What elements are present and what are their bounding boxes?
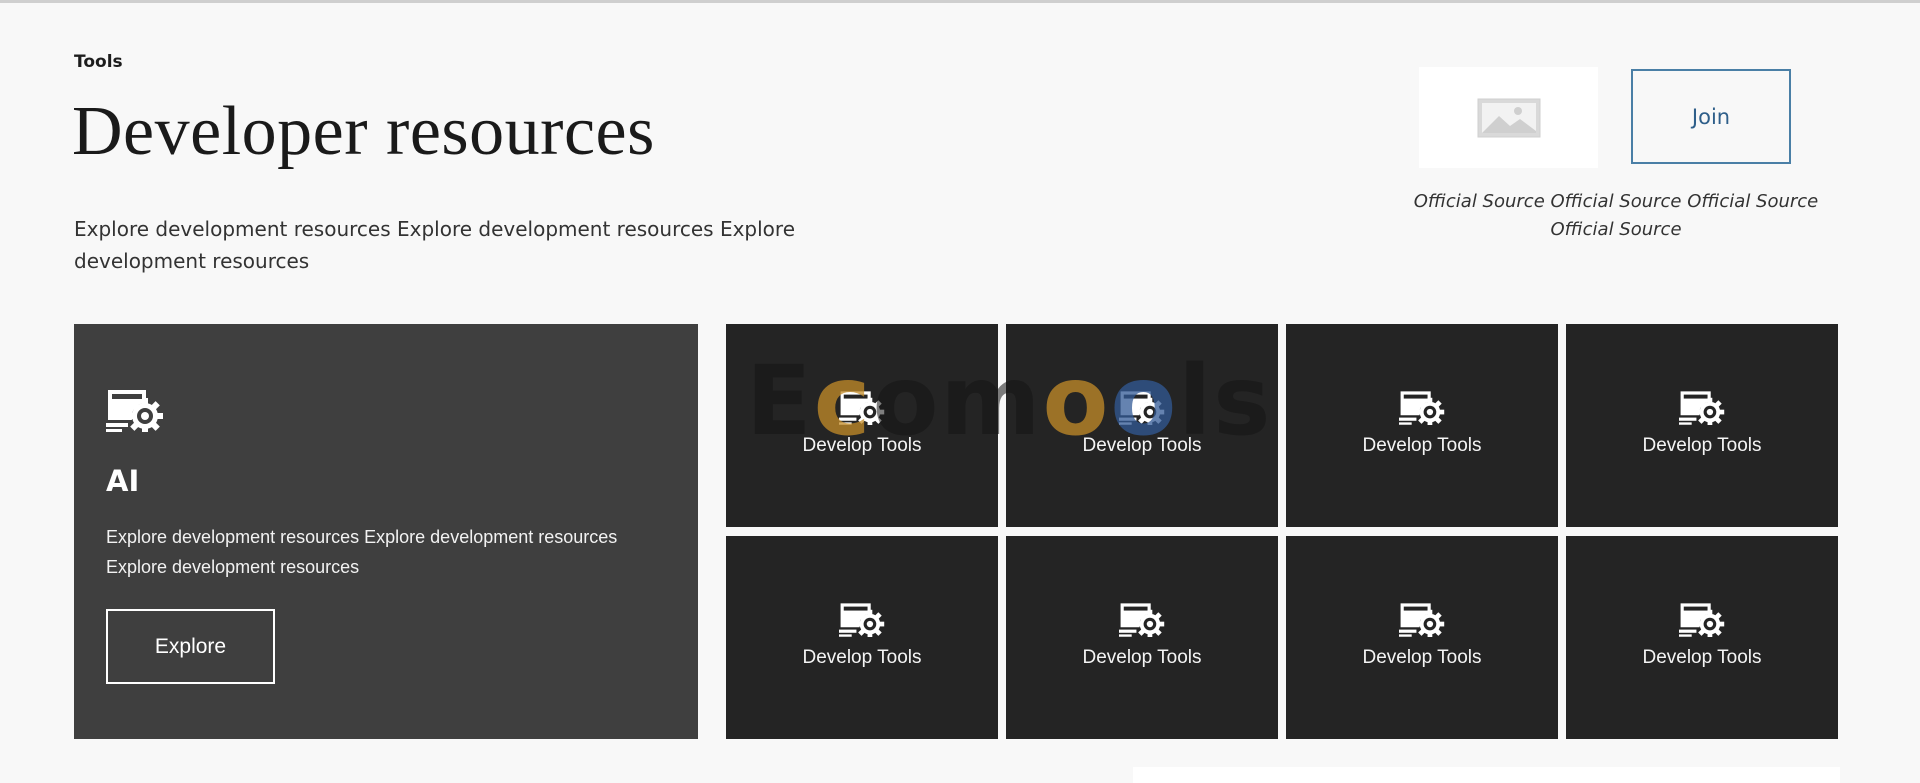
explore-button[interactable]: Explore — [106, 609, 275, 684]
tools-gear-icon — [839, 391, 885, 425]
partner-logo — [1419, 67, 1598, 168]
tools-gear-icon — [839, 603, 885, 637]
tools-gear-icon — [1679, 391, 1725, 425]
tools-gear-icon — [1119, 391, 1165, 425]
tool-tile-label: Develop Tools — [1362, 435, 1482, 456]
tool-tile[interactable]: Develop Tools — [1566, 324, 1838, 527]
tool-tile-label: Develop Tools — [802, 647, 922, 668]
eyebrow-label: Tools — [74, 52, 123, 72]
tool-tile-label: Develop Tools — [1082, 435, 1202, 456]
official-source-text: Official Source Official Source Official… — [1413, 191, 1819, 240]
page-title: Developer resources — [72, 93, 655, 170]
tool-tile[interactable]: Develop Tools — [726, 324, 998, 527]
tool-tile[interactable]: Develop Tools — [726, 536, 998, 739]
tool-tile[interactable]: Develop Tools — [1566, 536, 1838, 739]
tool-tile-label: Develop Tools — [1362, 647, 1482, 668]
tools-gear-icon — [1399, 603, 1445, 637]
tool-tile[interactable]: Develop Tools — [1006, 324, 1278, 527]
tools-gear-icon — [1399, 391, 1445, 425]
feature-card-ai[interactable]: AI Explore development resources Explore… — [74, 324, 698, 739]
tools-gear-icon — [106, 386, 164, 437]
top-divider — [0, 0, 1920, 3]
tool-tile[interactable]: Develop Tools — [1286, 536, 1558, 739]
tool-tile-label: Develop Tools — [1642, 647, 1762, 668]
feature-title: AI — [106, 464, 140, 498]
tool-tile[interactable]: Develop Tools — [1286, 324, 1558, 527]
tools-gear-icon — [1119, 603, 1165, 637]
tool-tile-label: Develop Tools — [802, 435, 922, 456]
tool-tile-label: Develop Tools — [1082, 647, 1202, 668]
feature-description: Explore development resources Explore de… — [106, 527, 618, 577]
tool-tile-label: Develop Tools — [1642, 435, 1762, 456]
tool-tile[interactable]: Develop Tools — [1006, 536, 1278, 739]
join-button[interactable]: Join — [1631, 69, 1791, 164]
page-subtitle: Explore development resources Explore de… — [74, 217, 796, 273]
tools-grid: Develop Tools Develop Tools Develop Tool… — [726, 324, 1838, 739]
image-placeholder-icon — [1477, 98, 1540, 137]
tools-gear-icon — [1679, 603, 1725, 637]
bottom-panel — [1133, 767, 1840, 783]
